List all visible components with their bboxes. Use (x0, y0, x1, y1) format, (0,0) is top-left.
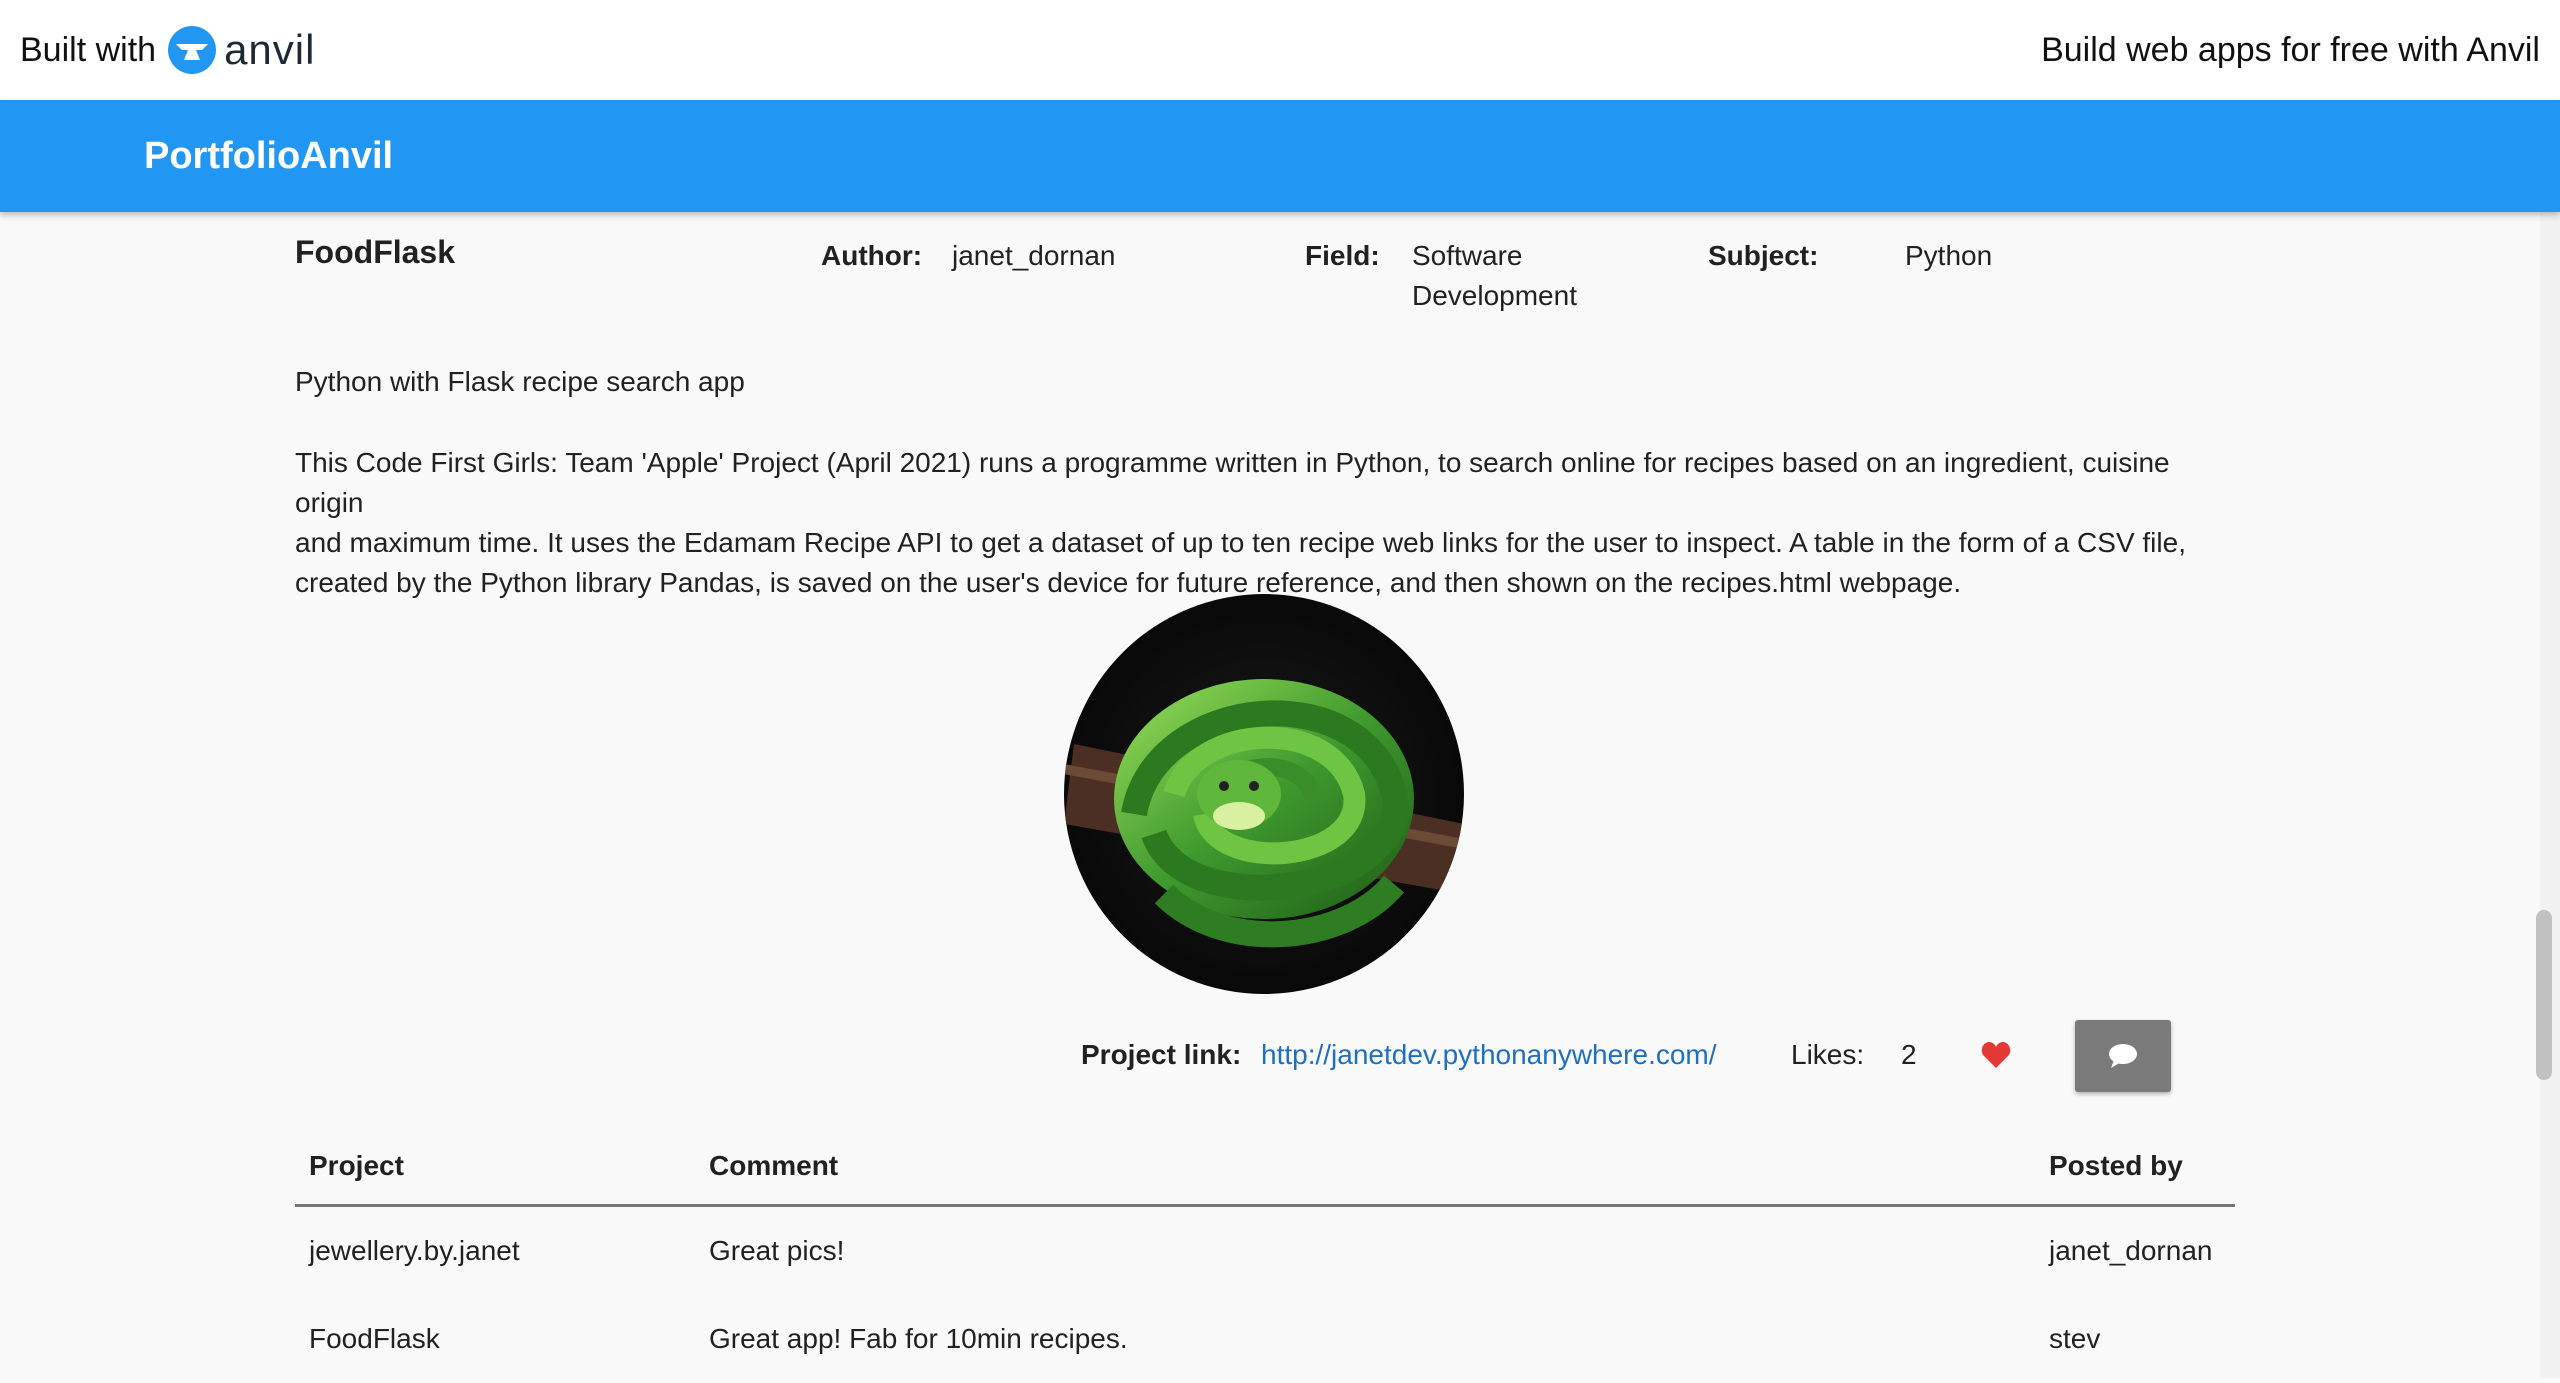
project-detail: FoodFlask Author: janet_dornan Field: So… (0, 212, 2540, 1378)
comments-table: Project Comment Posted by jewellery.by.j… (295, 1126, 2235, 1383)
speech-bubble-icon (2109, 1044, 2137, 1068)
anvil-logo: anvil (166, 24, 315, 76)
column-header-project: Project (309, 1150, 404, 1181)
likes-count: 2 (1901, 1039, 1917, 1070)
column-header-comment: Comment (709, 1150, 839, 1181)
scrollbar-track[interactable] (2540, 212, 2560, 1378)
description-line-1: This Code First Girls: Team 'Apple' Proj… (295, 447, 2170, 518)
promo-link[interactable]: Build web apps for free with Anvil (2041, 31, 2540, 70)
project-link[interactable]: http://janetdev.pythonanywhere.com/ (1261, 1035, 1717, 1075)
built-with-anvil-link[interactable]: Built with anvil (20, 24, 315, 76)
cell-project: jewellery.by.janet (309, 1235, 520, 1266)
heart-icon[interactable] (1981, 1041, 2011, 1069)
green-snake-image (1064, 594, 1464, 994)
cell-project: FoodFlask (309, 1323, 440, 1354)
project-link-label: Project link: (1081, 1039, 1242, 1070)
subject-label: Subject: (1708, 240, 1819, 271)
author-value: janet_dornan (952, 240, 1116, 271)
cell-posted-by: stev (2049, 1323, 2101, 1354)
scrollbar-thumb[interactable] (2536, 910, 2552, 1080)
field-label: Field: (1305, 240, 1380, 271)
comment-button[interactable] (2075, 1020, 2171, 1092)
cell-comment: Great pics! (709, 1235, 845, 1266)
table-header: Project Comment Posted by (295, 1126, 2235, 1207)
project-summary: Python with Flask recipe search app (295, 366, 745, 397)
column-header-posted-by: Posted by (2049, 1150, 2183, 1181)
project-title: FoodFlask (295, 234, 456, 270)
author-label: Author: (821, 240, 923, 271)
anvil-icon (168, 26, 217, 74)
subject-value: Python (1905, 240, 1993, 271)
app-header: PortfolioAnvil (0, 100, 2560, 212)
likes-label: Likes: (1791, 1039, 1865, 1070)
anvil-logo-text: anvil (224, 26, 316, 73)
field-value-line-1: Software (1412, 240, 1523, 271)
field-value: Software Development (1412, 236, 1577, 316)
table-row: FoodFlask Great app! Fab for 10min recip… (295, 1295, 2235, 1383)
cell-comment: Great app! Fab for 10min recipes. (709, 1323, 1128, 1354)
built-with-label: Built with (20, 30, 157, 69)
app-title[interactable]: PortfolioAnvil (144, 100, 393, 212)
project-image (1064, 594, 1464, 994)
table-row: jewellery.by.janet Great pics! janet_dor… (295, 1207, 2235, 1295)
anvil-banner: Built with anvil Build web apps for free… (0, 0, 2560, 100)
cell-posted-by: janet_dornan (2049, 1235, 2213, 1266)
project-description: This Code First Girls: Team 'Apple' Proj… (295, 443, 2245, 603)
field-value-line-2: Development (1412, 280, 1577, 311)
description-line-2: and maximum time. It uses the Edamam Rec… (295, 527, 2186, 558)
